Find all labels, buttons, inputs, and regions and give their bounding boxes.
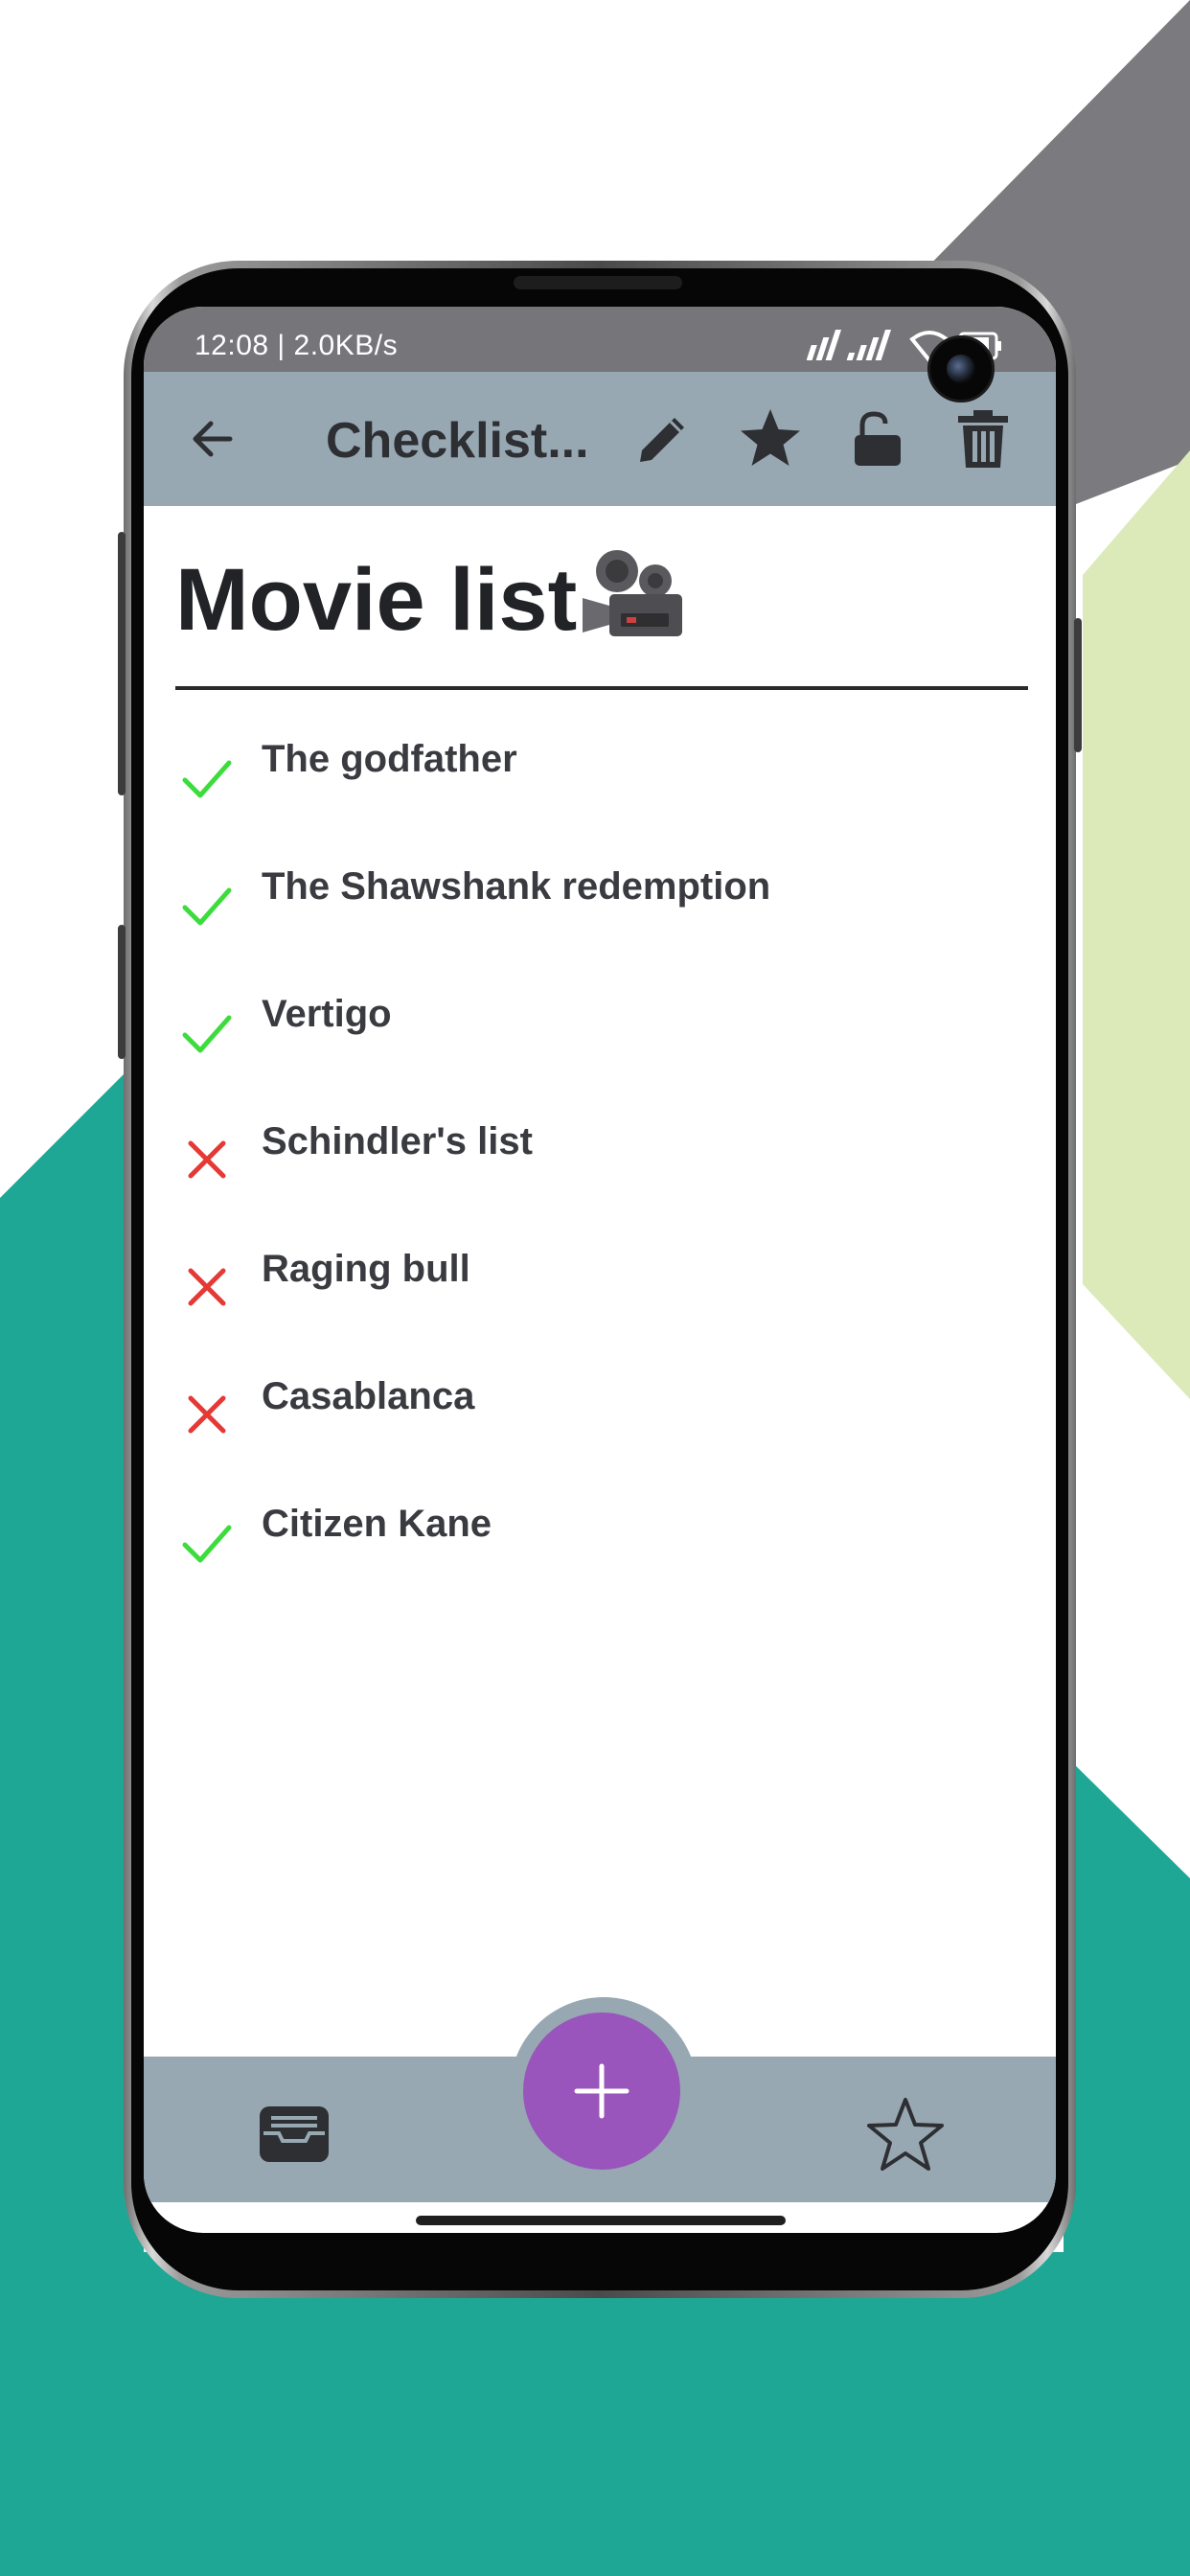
star-outline-icon bbox=[867, 2098, 944, 2171]
checklist-item-text[interactable]: Vertigo bbox=[262, 993, 392, 1036]
star-filled-icon bbox=[741, 409, 800, 466]
movie-camera-icon bbox=[583, 550, 682, 636]
back-arrow-icon bbox=[193, 421, 233, 457]
cross-icon[interactable] bbox=[181, 1261, 233, 1313]
side-button-right bbox=[1074, 618, 1082, 752]
checklist-item-text[interactable]: Schindler's list bbox=[262, 1120, 533, 1163]
favorites-nav-button[interactable] bbox=[862, 2091, 949, 2177]
pencil-icon bbox=[640, 418, 684, 462]
note-title[interactable]: Movie list bbox=[175, 550, 577, 651]
checklist-item[interactable]: Citizen Kane bbox=[175, 1503, 1018, 1579]
cross-icon[interactable] bbox=[181, 1389, 233, 1440]
inbox-button[interactable] bbox=[251, 2091, 337, 2177]
front-camera bbox=[927, 335, 995, 402]
app-bar: Checklist... bbox=[144, 372, 1056, 506]
home-indicator[interactable] bbox=[416, 2216, 786, 2225]
background-lime-shape bbox=[1083, 450, 1190, 1399]
checklist-item[interactable]: The Shawshank redemption bbox=[175, 865, 1018, 942]
checklist-item[interactable]: The godfather bbox=[175, 738, 1018, 815]
checklist-item-text[interactable]: The Shawshank redemption bbox=[262, 865, 770, 908]
checklist-item-text[interactable]: Raging bull bbox=[262, 1248, 470, 1291]
check-icon[interactable] bbox=[181, 879, 233, 931]
side-button-left-lower bbox=[118, 925, 126, 1059]
title-divider bbox=[175, 686, 1028, 690]
back-button[interactable] bbox=[176, 402, 249, 475]
lock-toggle-button[interactable] bbox=[841, 402, 914, 475]
edit-button[interactable] bbox=[627, 402, 699, 475]
status-bar: 12:08 | 2.0KB/s bbox=[144, 307, 1056, 372]
check-icon[interactable] bbox=[181, 1516, 233, 1568]
camera-lens bbox=[947, 355, 975, 383]
signal-icon bbox=[846, 330, 891, 360]
cross-icon[interactable] bbox=[181, 1134, 233, 1185]
phone-screen: 12:08 | 2.0KB/s Checklist... Movie list … bbox=[144, 307, 1056, 2233]
checklist-item-text[interactable]: Citizen Kane bbox=[262, 1503, 492, 1546]
checklist-item[interactable]: Schindler's list bbox=[175, 1120, 1018, 1197]
checklist-item[interactable]: Casablanca bbox=[175, 1375, 1018, 1452]
status-time: 12:08 | 2.0KB/s bbox=[195, 330, 399, 361]
earpiece-speaker bbox=[514, 276, 682, 289]
favorite-button[interactable] bbox=[734, 402, 807, 475]
add-item-button[interactable] bbox=[523, 2012, 680, 2170]
plus-icon bbox=[574, 2063, 629, 2119]
inbox-tray-icon bbox=[260, 2106, 329, 2162]
signal-icon bbox=[796, 330, 841, 360]
app-bar-title: Checklist... bbox=[326, 413, 589, 469]
checklist-item[interactable]: Raging bull bbox=[175, 1248, 1018, 1324]
check-icon[interactable] bbox=[181, 1006, 233, 1058]
side-button-left bbox=[118, 532, 126, 795]
checklist-item-text[interactable]: The godfather bbox=[262, 738, 517, 781]
checklist-item[interactable]: Vertigo bbox=[175, 993, 1018, 1070]
unlock-icon bbox=[855, 411, 901, 466]
checklist-item-text[interactable]: Casablanca bbox=[262, 1375, 474, 1418]
check-icon[interactable] bbox=[181, 751, 233, 803]
trash-icon bbox=[958, 410, 1008, 468]
delete-button[interactable] bbox=[947, 402, 1019, 475]
